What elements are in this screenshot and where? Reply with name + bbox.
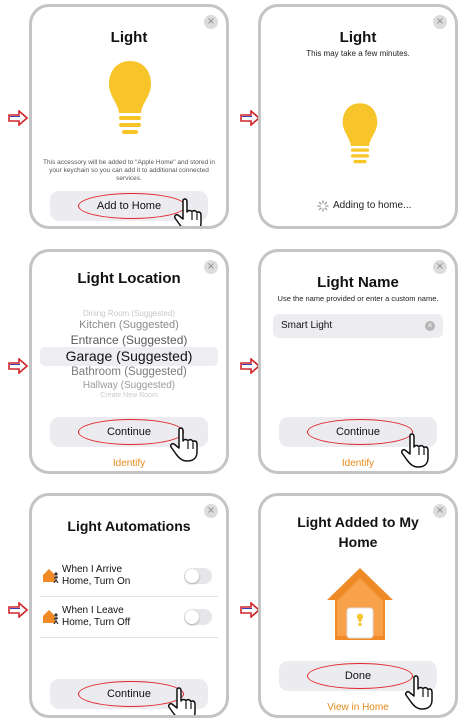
light-bulb-icon — [109, 61, 151, 134]
status-text: Adding to home... — [333, 200, 412, 211]
leave-home-icon — [43, 610, 59, 624]
screen-title: Light Automations — [67, 518, 191, 534]
screen-adding: × Light This may take a few minutes. Add… — [258, 4, 458, 229]
automation-row: When I Leave Home, Turn Off — [40, 597, 218, 638]
automation-label: When I Arrive Home, Turn On — [62, 564, 131, 587]
picker-item[interactable]: Kitchen (Suggested) — [32, 319, 226, 331]
home-icon — [327, 568, 393, 640]
automation-label: When I Leave Home, Turn Off — [62, 605, 131, 628]
step-arrow-icon — [8, 602, 28, 618]
name-input[interactable]: Smart Light × — [273, 314, 443, 338]
step-arrow-icon — [240, 110, 260, 126]
screen-title: Light Location — [77, 270, 181, 287]
close-icon[interactable]: × — [204, 15, 218, 29]
step-arrow-icon — [8, 358, 28, 374]
spinner-icon — [317, 200, 329, 212]
screen-title: Light — [110, 29, 148, 46]
picker-item[interactable]: Hallway (Suggested) — [32, 380, 226, 391]
step-arrow-icon — [240, 602, 260, 618]
screen-light-location: × Light Location Dining Room (Suggested)… — [29, 249, 229, 474]
highlight-oval — [307, 419, 413, 445]
step-arrow-icon — [8, 110, 28, 126]
arrive-home-icon — [43, 569, 59, 583]
pointing-hand-icon — [170, 427, 198, 462]
close-icon[interactable]: × — [204, 504, 218, 518]
pointing-hand-icon — [168, 687, 196, 715]
screen-title: Light Name — [317, 274, 399, 291]
screen-light-name: × Light Name Use the name provided or en… — [258, 249, 458, 474]
pointing-hand-icon — [174, 198, 202, 226]
info-text: This accessory will be added to "Apple H… — [43, 159, 215, 182]
picker-item[interactable]: Entrance (Suggested) — [32, 333, 226, 347]
clear-icon[interactable]: × — [425, 321, 435, 331]
automation-toggle[interactable] — [184, 568, 212, 584]
screen-title: Light Added to My Home — [297, 514, 419, 550]
picker-item[interactable]: Dining Room (Suggested) — [32, 309, 226, 318]
pointing-hand-icon — [401, 433, 429, 468]
screen-title: Light — [339, 29, 377, 46]
screen-add-accessory: × Light This accessory will be added to … — [29, 4, 229, 229]
picker-item-selected[interactable]: Garage (Suggested) — [32, 348, 226, 364]
screen-subtitle: Use the name provided or enter a custom … — [277, 294, 439, 303]
screen-subtitle: This may take a few minutes. — [306, 49, 410, 58]
name-input-value: Smart Light — [281, 320, 333, 331]
screen-light-automations: × Light Automations When I Arrive Home, … — [29, 493, 229, 718]
picker-item[interactable]: Bathroom (Suggested) — [32, 366, 226, 378]
pointing-hand-icon — [405, 675, 433, 710]
step-arrow-icon — [240, 358, 260, 374]
highlight-oval — [307, 663, 413, 689]
picker-item[interactable]: Create New Room — [32, 392, 226, 399]
automation-row: When I Arrive Home, Turn On — [40, 556, 218, 597]
screen-light-added: × Light Added to My Home Done View in Ho… — [258, 493, 458, 718]
close-icon[interactable]: × — [433, 15, 447, 29]
close-icon[interactable]: × — [433, 260, 447, 274]
automation-toggle[interactable] — [184, 609, 212, 625]
highlight-oval — [78, 193, 186, 219]
light-bulb-icon — [342, 103, 378, 164]
